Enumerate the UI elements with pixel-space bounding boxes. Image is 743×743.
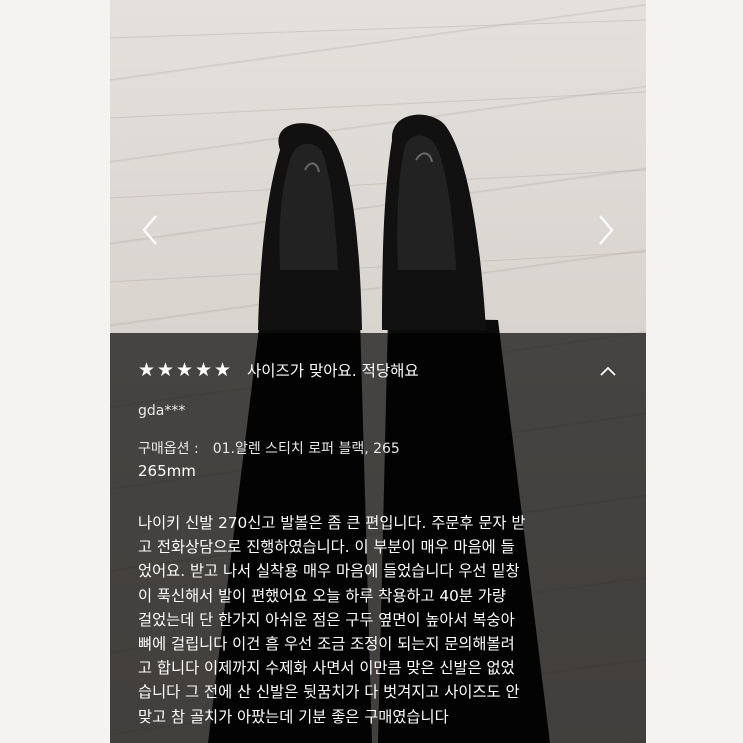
- star-icon: ★: [157, 359, 175, 381]
- option-value: 01.알렌 스티치 로퍼 블랙, 265: [212, 441, 400, 457]
- star-icon: ★: [138, 359, 156, 381]
- purchase-option: 구매옵션 : 01.알렌 스티치 로퍼 블랙, 265: [138, 438, 400, 458]
- review-text: 나이키 신발 270신고 발볼은 좀 큰 편입니다. 주문후 문자 받 고 전화…: [138, 511, 628, 729]
- review-line: 이 푹신해서 발이 편했어요 오늘 하루 착용하고 40분 가량: [138, 586, 506, 605]
- review-line: 었어요. 받고 나서 실착용 매우 마음에 들었습니다 우선 밑창: [138, 562, 520, 581]
- review-line: 습니다 그 전에 산 신발은 뒷꿈치가 다 벗겨지고 사이즈도 안: [138, 683, 520, 702]
- review-panel: ★ ★ ★ ★ ★ 사이즈가 맞아요. 적당해요 gda*** 구매옵션 : 0…: [110, 333, 646, 743]
- review-summary: 사이즈가 맞아요. 적당해요: [247, 362, 419, 380]
- prev-photo-button[interactable]: [130, 208, 170, 252]
- left-margin: [0, 0, 110, 743]
- review-line: 맞고 참 골치가 아팠는데 기분 좋은 구매였습니다: [138, 707, 449, 726]
- star-rating: ★ ★ ★ ★ ★: [138, 359, 233, 381]
- collapse-review-button[interactable]: [596, 361, 620, 381]
- right-margin: [646, 0, 743, 743]
- review-line: 걸었는데 단 한가지 아쉬운 점은 구두 옆면이 높아서 복숭아: [138, 610, 515, 629]
- review-line: 나이키 신발 270신고 발볼은 좀 큰 편입니다. 주문후 문자 받: [138, 514, 526, 532]
- review-line: 고 전화상담으로 진행하였습니다. 이 부분이 매우 마음에 들: [138, 538, 515, 557]
- review-line: 뼈에 걸립니다 이건 흠 우선 조금 조정이 되는지 문의해볼려: [138, 635, 515, 654]
- review-header: ★ ★ ★ ★ ★ 사이즈가 맞아요. 적당해요: [138, 359, 419, 381]
- photo-viewer: ★ ★ ★ ★ ★ 사이즈가 맞아요. 적당해요 gda*** 구매옵션 : 0…: [110, 0, 646, 743]
- star-icon: ★: [214, 359, 232, 381]
- review-line: 고 합니다 이제까지 수제화 사면서 이만큼 맞은 신발은 없었: [138, 659, 515, 678]
- star-icon: ★: [195, 359, 213, 381]
- chevron-right-icon: [599, 215, 614, 245]
- next-photo-button[interactable]: [586, 208, 626, 252]
- star-icon: ★: [176, 359, 194, 381]
- size-value: 265mm: [138, 462, 196, 480]
- reviewer-id: gda***: [138, 403, 186, 419]
- chevron-left-icon: [142, 215, 157, 245]
- option-label: 구매옵션 :: [138, 441, 199, 457]
- chevron-up-icon: [600, 366, 616, 376]
